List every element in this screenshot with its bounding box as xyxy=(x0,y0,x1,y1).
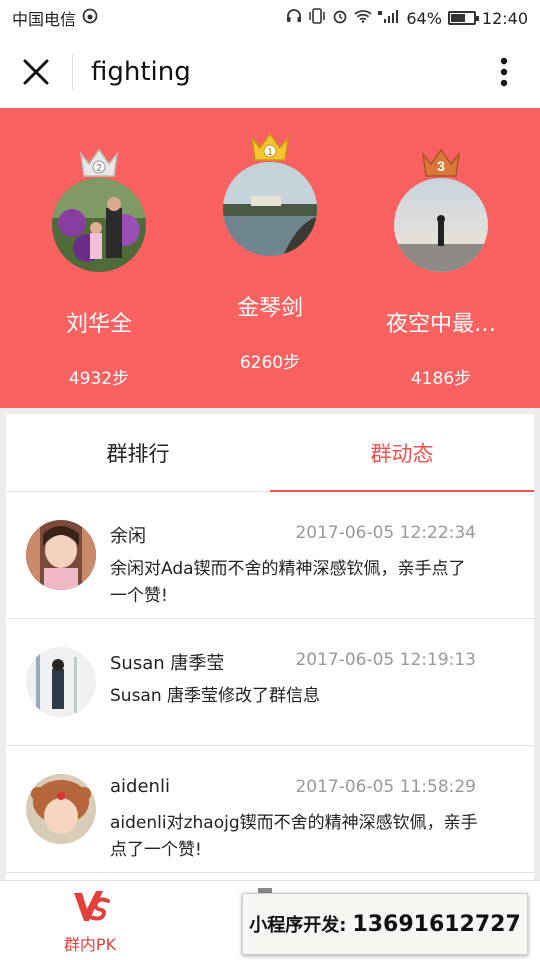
list-item[interactable]: 余闲 2017-06-05 12:22:34 余闲对Ada锲而不舍的精神深感钦佩… xyxy=(6,492,534,619)
rank-name: 夜空中最… xyxy=(385,312,496,337)
nav-divider xyxy=(72,54,73,90)
silver-crown-icon: 2 xyxy=(79,148,119,177)
avatar xyxy=(26,520,96,590)
alarm-icon xyxy=(332,8,348,28)
feed-message: Susan 唐季莹修改了群信息 xyxy=(110,686,321,706)
battery-level xyxy=(450,14,465,22)
rank-steps: 6260步 xyxy=(239,353,301,373)
nav-bar: fighting xyxy=(0,36,540,108)
avatar xyxy=(52,178,146,272)
tab-label: 群内PK xyxy=(63,935,117,954)
feed-author: Susan 唐季莹 xyxy=(110,653,225,674)
clock: 12:40 xyxy=(481,8,528,28)
gold-crown-icon: 1 xyxy=(250,132,290,161)
feed-author: aidenli xyxy=(110,776,170,797)
battery-percent: 64% xyxy=(406,8,442,28)
rank-steps: 4932步 xyxy=(68,369,130,389)
feed-author: 余闲 xyxy=(110,526,146,547)
feed-timestamp: 2017-06-05 12:19:13 xyxy=(295,650,476,670)
vibrate-icon xyxy=(308,8,326,28)
feed-timestamp: 2017-06-05 11:58:29 xyxy=(295,777,476,797)
rank-steps: 4186步 xyxy=(410,369,472,389)
feed-message: aidenli对zhaojg锲而不舍的精神深感钦佩，亲手点了一个赞! xyxy=(110,813,478,860)
carrier-label: 中国电信 xyxy=(12,10,77,29)
bronze-crown-icon: 3 xyxy=(421,148,461,177)
crown-number: 2 xyxy=(96,163,102,174)
headphones-icon xyxy=(286,8,302,28)
list-item[interactable]: Susan 唐季莹 2017-06-05 12:19:13 Susan 唐季莹修… xyxy=(6,619,534,746)
close-icon xyxy=(23,59,49,85)
avatar xyxy=(26,774,96,844)
crown-number: 3 xyxy=(437,158,445,174)
more-vertical-icon xyxy=(500,57,508,87)
hd-call-icon xyxy=(82,8,98,28)
page-title: fighting xyxy=(91,57,191,87)
status-bar: 中国电信 64% 12:40 xyxy=(0,0,540,36)
wifi-icon xyxy=(354,9,372,27)
close-button[interactable] xyxy=(0,36,72,108)
rank-name: 金琴剑 xyxy=(236,296,303,321)
vs-icon xyxy=(74,891,110,921)
promo-banner[interactable]: 小程序开发: 13691612727 xyxy=(242,893,528,955)
avatar xyxy=(26,647,96,717)
list-item[interactable]: aidenli 2017-06-05 11:58:29 aidenli对zhao… xyxy=(6,746,534,873)
avatar xyxy=(223,162,317,256)
crown-number: 1 xyxy=(267,147,273,158)
tab-group-ranking[interactable]: 群排行 xyxy=(6,414,270,491)
avatar xyxy=(394,178,488,272)
group-card: 群排行 群动态 余闲 2017-06-05 12:22:34 余闲对Ada锲而不… xyxy=(6,414,534,880)
feed-timestamp: 2017-06-05 12:22:34 xyxy=(295,523,476,543)
tab-bar: 群排行 群动态 xyxy=(6,414,534,492)
signal-icon xyxy=(378,9,400,27)
podium-rank-1[interactable]: 1 金琴剑 6260步 xyxy=(180,132,360,373)
tab-group-pk[interactable]: 群内PK xyxy=(40,889,140,955)
promo-phone: 13691612727 xyxy=(352,911,521,937)
podium-rank-2[interactable]: 2 刘华全 4932步 xyxy=(9,148,189,389)
feed-message: 余闲对Ada锲而不舍的精神深感钦佩，亲手点了一个赞! xyxy=(110,559,466,606)
podium-rank-3[interactable]: 3 夜空中最… 4186步 xyxy=(351,148,531,389)
battery-icon xyxy=(447,11,479,25)
rank-name: 刘华全 xyxy=(65,312,132,337)
promo-label: 小程序开发: xyxy=(249,915,347,936)
more-button[interactable] xyxy=(468,36,540,108)
leaderboard-podium: 2 刘华全 4932步 1 金琴剑 6260步 3 夜空中最… 4186步 xyxy=(0,108,540,408)
tab-group-activity[interactable]: 群动态 xyxy=(270,414,534,492)
